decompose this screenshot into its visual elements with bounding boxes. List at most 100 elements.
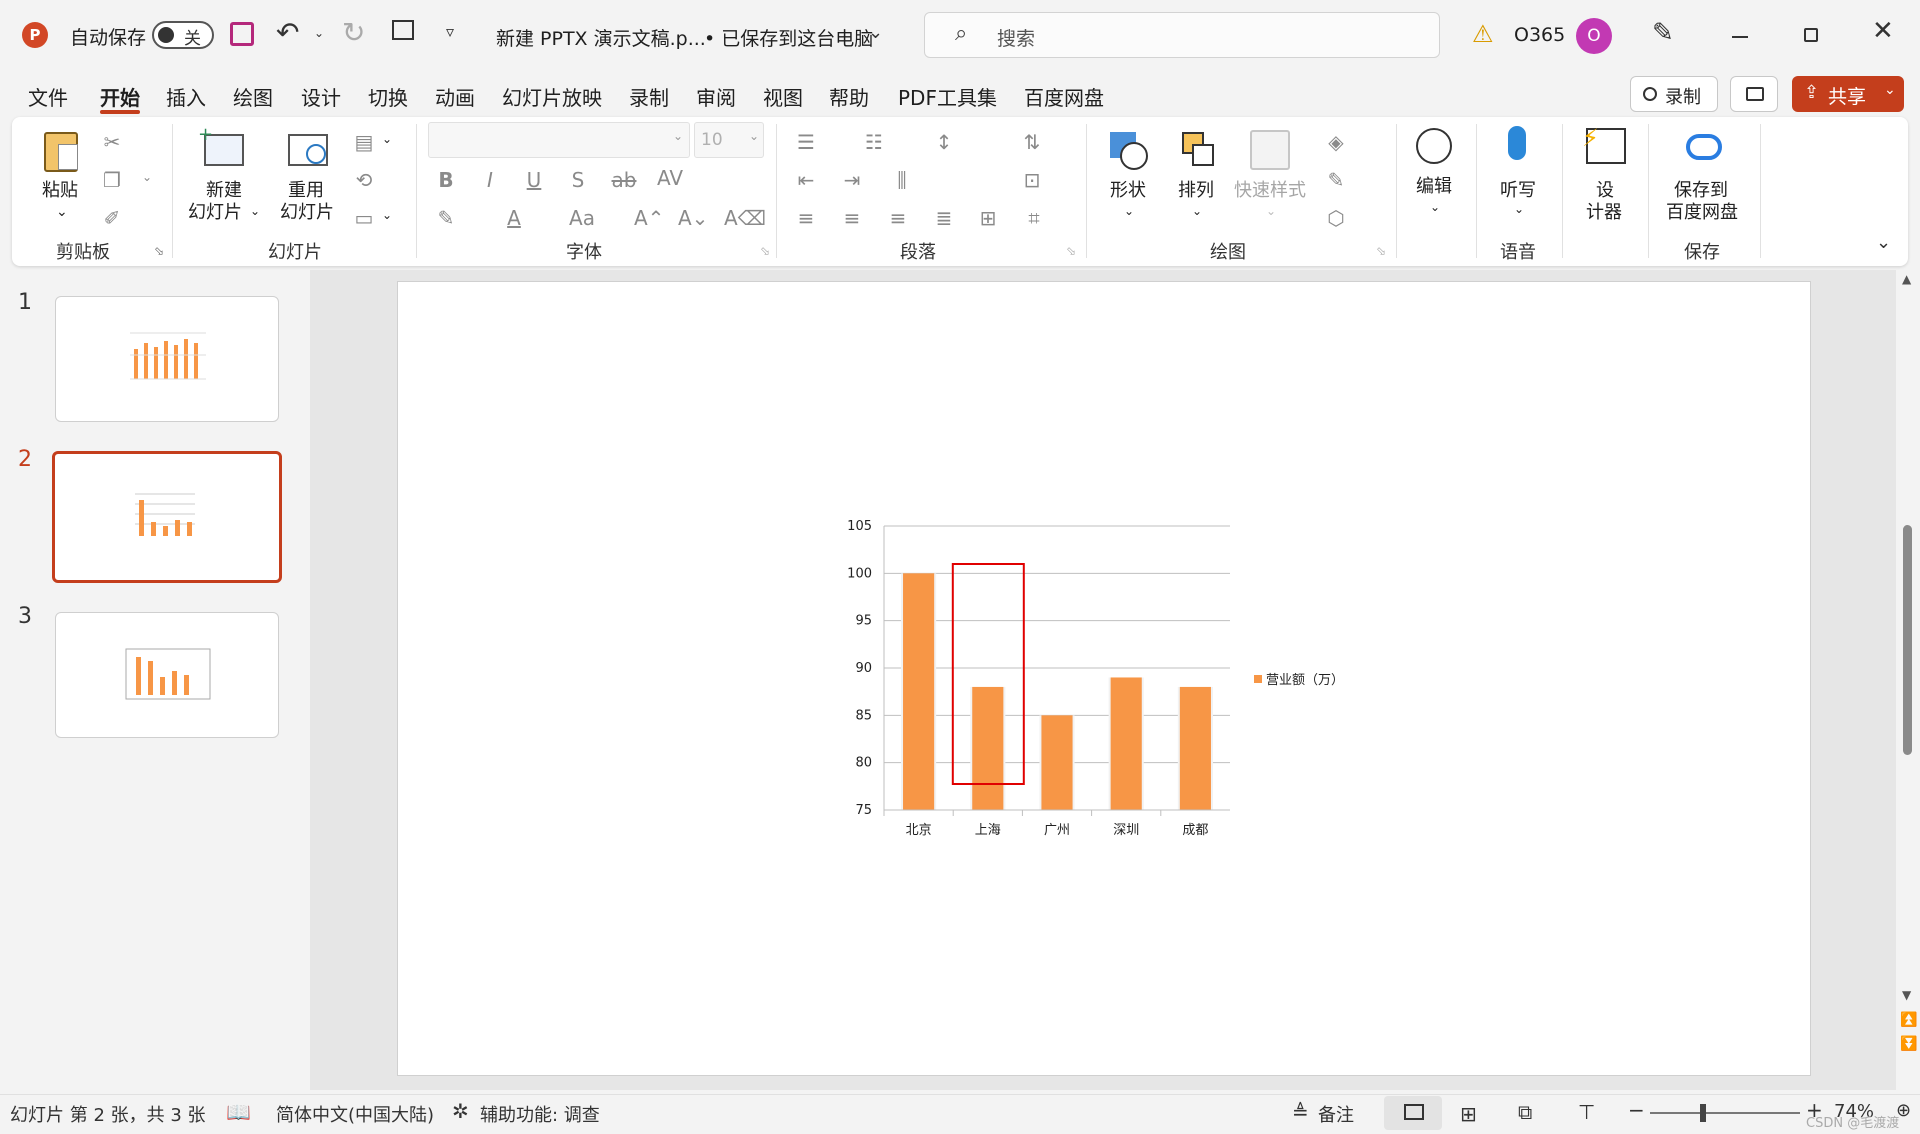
reading-view-icon[interactable]: ⧉ <box>1518 1100 1532 1124</box>
present-from-start-icon[interactable] <box>392 20 414 40</box>
format-painter-icon[interactable]: ✐ <box>98 204 126 232</box>
tab-slideshow[interactable]: 幻灯片放映 <box>502 82 602 111</box>
zoom-slider[interactable] <box>1650 1104 1800 1122</box>
tab-baidu-netdisk[interactable]: 百度网盘 <box>1024 82 1104 111</box>
line-spacing-icon[interactable]: ↕ <box>930 128 958 156</box>
increase-font-icon[interactable]: A⌃ <box>634 204 664 232</box>
restore-icon[interactable] <box>1804 28 1818 42</box>
bullets-icon[interactable]: ☰ <box>792 128 820 156</box>
tab-record[interactable]: 录制 <box>629 82 669 111</box>
numbering-icon[interactable]: ☷ <box>860 128 888 156</box>
italic-icon[interactable]: I <box>476 166 504 194</box>
comments-button[interactable] <box>1730 76 1778 112</box>
editing-button[interactable]: 编辑 ⌄ <box>1410 124 1460 224</box>
shapes-button[interactable]: 形状 ⌄ <box>1104 128 1160 228</box>
change-case-icon[interactable]: Aa <box>568 204 596 232</box>
distribute-icon[interactable]: ⊞ <box>974 204 1002 232</box>
warning-icon[interactable]: ⚠ <box>1472 20 1494 48</box>
minimize-icon[interactable] <box>1732 36 1748 38</box>
bar-chart[interactable]: 75 80 85 90 95 100 105 北京 上海 广州 深圳 成都 营业额（万） <box>398 282 1812 1077</box>
dialog-launcher-icon[interactable]: ⬂ <box>154 244 164 258</box>
copy-icon[interactable]: ❐ <box>98 166 126 194</box>
scroll-up-icon[interactable]: ▲ <box>1902 272 1911 286</box>
smartart-icon[interactable]: ⌗ <box>1020 204 1048 232</box>
dialog-launcher-icon[interactable]: ⬂ <box>1066 244 1076 258</box>
new-slide-button[interactable]: + 新建 幻灯片 ⌄ <box>188 124 260 228</box>
font-color-icon[interactable]: A <box>500 204 528 232</box>
account-label[interactable]: O365 <box>1514 24 1565 46</box>
slide-thumbnail-3[interactable] <box>55 612 279 738</box>
chevron-down-icon[interactable]: ⌄ <box>142 170 152 184</box>
slide-thumbnail-2[interactable] <box>52 451 282 583</box>
clear-formatting-icon[interactable]: A⌫ <box>724 204 766 232</box>
section-icon[interactable]: ▭ <box>350 204 378 232</box>
notes-icon[interactable]: ≜ <box>1292 1100 1309 1124</box>
font-name-combo[interactable]: ⌄ <box>428 122 690 158</box>
tab-help[interactable]: 帮助 <box>829 82 869 111</box>
bar-4[interactable] <box>1179 686 1211 810</box>
bar-2[interactable] <box>1041 715 1073 810</box>
align-text-icon[interactable]: ⊡ <box>1018 166 1046 194</box>
pen-icon[interactable]: ✎ <box>1652 18 1674 48</box>
designer-button[interactable]: ⚡ 设 计器 <box>1578 124 1632 224</box>
bar-0[interactable] <box>903 573 935 810</box>
shape-fill-icon[interactable]: ◈ <box>1322 128 1350 156</box>
reset-icon[interactable]: ⟲ <box>350 166 378 194</box>
autosave-toggle[interactable]: 关 <box>152 21 214 49</box>
tab-pdf-tools[interactable]: PDF工具集 <box>898 82 997 111</box>
reuse-slides-button[interactable]: 重用 幻灯片 <box>278 128 344 228</box>
strikethrough-icon[interactable]: ab <box>610 166 638 194</box>
decrease-font-icon[interactable]: A⌄ <box>678 204 708 232</box>
document-title[interactable]: 新建 PPTX 演示文稿.p... <box>496 24 706 51</box>
avatar[interactable]: O <box>1576 18 1612 54</box>
save-icon[interactable] <box>230 22 254 46</box>
tab-transitions[interactable]: 切换 <box>368 82 408 111</box>
collapse-ribbon-icon[interactable]: ⌄ <box>1876 232 1891 253</box>
notes-button[interactable]: 备注 <box>1318 1101 1354 1127</box>
save-to-baidu-button[interactable]: 保存到 百度网盘 <box>1662 124 1746 224</box>
previous-slide-icon[interactable]: ⏫ <box>1900 1012 1917 1028</box>
tab-design[interactable]: 设计 <box>301 82 341 111</box>
tab-file[interactable]: 文件 <box>28 82 68 111</box>
tab-review[interactable]: 审阅 <box>696 82 736 111</box>
chevron-down-icon[interactable]: ⌄ <box>382 208 392 222</box>
spelling-check-icon[interactable]: 📖 <box>226 1100 251 1124</box>
undo-dropdown-icon[interactable]: ⌄ <box>314 26 324 40</box>
record-button[interactable]: 录制 <box>1630 76 1718 112</box>
redo-icon[interactable]: ↻ <box>342 16 365 49</box>
quick-styles-button[interactable]: 快速样式 ⌄ <box>1234 128 1308 228</box>
columns-icon[interactable]: ⫼ <box>888 166 916 194</box>
slide-sorter-icon[interactable]: ⊞ <box>1460 1102 1477 1126</box>
scroll-down-icon[interactable]: ▼ <box>1902 988 1911 1002</box>
underline-icon[interactable]: U <box>520 166 548 194</box>
slide-show-icon[interactable]: ⊤ <box>1578 1100 1595 1124</box>
save-status[interactable]: • 已保存到这台电脑 <box>704 24 873 51</box>
character-spacing-icon[interactable]: AV <box>656 164 684 192</box>
align-right-icon[interactable]: ≡ <box>884 204 912 232</box>
font-size-combo[interactable]: 10 ⌄ <box>694 122 764 158</box>
accessibility-icon[interactable]: ✲ <box>452 1099 469 1123</box>
shape-effects-icon[interactable]: ⬡ <box>1322 204 1350 232</box>
text-direction-icon[interactable]: ⇅ <box>1018 128 1046 156</box>
shadow-icon[interactable]: S <box>564 166 592 194</box>
next-slide-icon[interactable]: ⏬ <box>1900 1036 1917 1052</box>
dialog-launcher-icon[interactable]: ⬂ <box>760 244 770 258</box>
slide-thumbnail-1[interactable] <box>55 296 279 422</box>
arrange-button[interactable]: 排列 ⌄ <box>1172 128 1228 228</box>
increase-indent-icon[interactable]: ⇥ <box>838 166 866 194</box>
tab-animations[interactable]: 动画 <box>435 82 475 111</box>
scroll-thumb[interactable] <box>1903 525 1912 755</box>
highlight-icon[interactable]: ✎ <box>432 204 460 232</box>
tab-home[interactable]: 开始 <box>100 82 140 111</box>
shape-outline-icon[interactable]: ✎ <box>1322 166 1350 194</box>
layout-icon[interactable]: ▤ <box>350 128 378 156</box>
tab-draw[interactable]: 绘图 <box>233 82 273 111</box>
tab-insert[interactable]: 插入 <box>166 82 206 111</box>
bar-3[interactable] <box>1110 677 1142 810</box>
cut-icon[interactable]: ✂ <box>98 128 126 156</box>
dictate-button[interactable]: 听写 ⌄ <box>1494 124 1544 224</box>
decrease-indent-icon[interactable]: ⇤ <box>792 166 820 194</box>
align-left-icon[interactable]: ≡ <box>792 204 820 232</box>
bold-icon[interactable]: B <box>432 166 460 194</box>
customize-qat-icon[interactable]: ▿ <box>446 22 454 41</box>
